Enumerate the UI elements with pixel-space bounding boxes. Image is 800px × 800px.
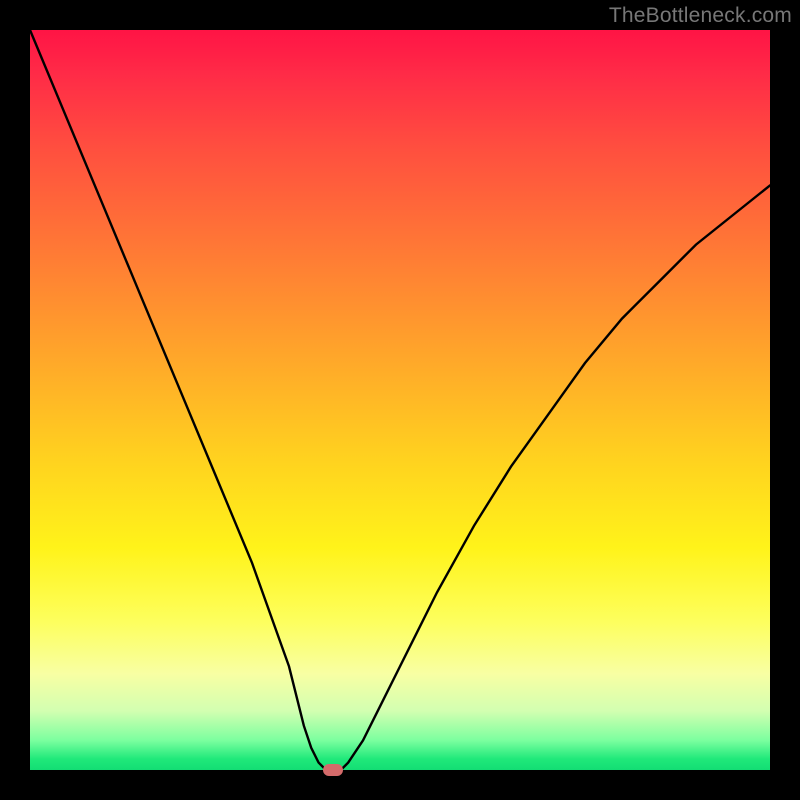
watermark-text: TheBottleneck.com [609,4,792,28]
chart-plot-area [30,30,770,770]
chart-frame: TheBottleneck.com [0,0,800,800]
bottleneck-curve [30,30,770,770]
minimum-marker [323,764,343,776]
